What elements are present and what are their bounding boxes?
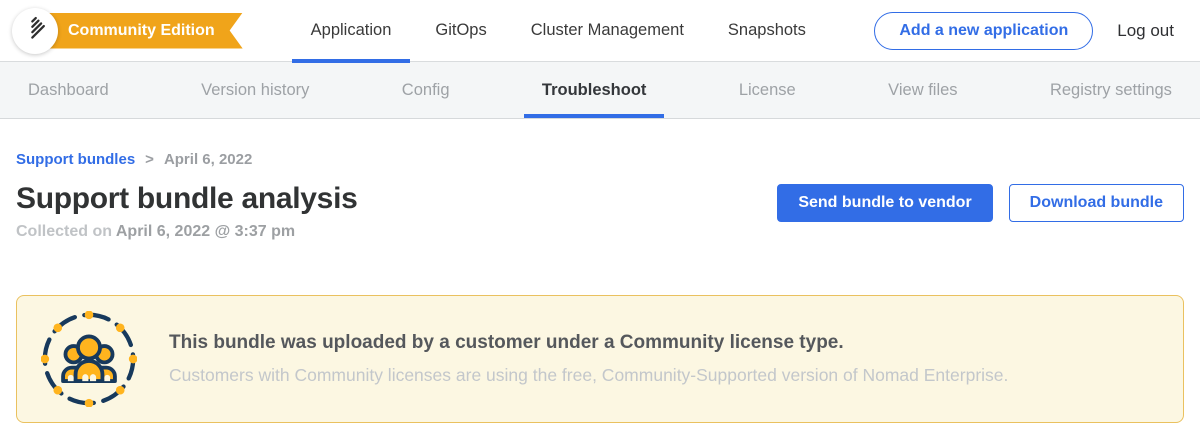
send-bundle-to-vendor-button[interactable]: Send bundle to vendor <box>777 184 992 222</box>
community-license-notice: This bundle was uploaded by a customer u… <box>16 295 1184 423</box>
download-bundle-button[interactable]: Download bundle <box>1009 184 1184 222</box>
tab-snapshots[interactable]: Snapshots <box>706 0 828 62</box>
collected-prefix: Collected on <box>16 223 112 240</box>
bundle-actions: Send bundle to vendor Download bundle <box>777 182 1184 222</box>
collected-timestamp: Collected on April 6, 2022 @ 3:37 pm <box>16 223 357 241</box>
tab-gitops[interactable]: GitOps <box>413 0 508 62</box>
top-header: Community Edition Application GitOps Clu… <box>0 0 1200 62</box>
add-new-application-button[interactable]: Add a new application <box>874 12 1093 50</box>
subnav-item-registry-settings[interactable]: Registry settings <box>1032 62 1190 118</box>
page-title: Support bundle analysis <box>16 182 357 216</box>
notice-title: This bundle was uploaded by a customer u… <box>169 332 1008 354</box>
subnav-item-troubleshoot[interactable]: Troubleshoot <box>524 62 665 118</box>
top-navigation: Application GitOps Cluster Management Sn… <box>289 0 828 62</box>
app-logo[interactable] <box>12 8 58 54</box>
breadcrumb-current: April 6, 2022 <box>164 151 252 168</box>
community-people-icon <box>41 311 137 407</box>
notice-text: This bundle was uploaded by a customer u… <box>169 332 1008 386</box>
community-edition-badge: Community Edition <box>48 13 243 49</box>
breadcrumb-separator: > <box>145 151 154 168</box>
subnav-item-config[interactable]: Config <box>384 62 468 118</box>
subnav-item-dashboard[interactable]: Dashboard <box>10 62 127 118</box>
main-content: Support bundles > April 6, 2022 Support … <box>0 151 1200 423</box>
subnav-item-version-history[interactable]: Version history <box>183 62 327 118</box>
collected-date: April 6, 2022 @ 3:37 pm <box>116 223 295 240</box>
title-block: Support bundle analysis Collected on Apr… <box>16 182 357 241</box>
logout-link[interactable]: Log out <box>1117 21 1174 41</box>
sub-navigation: Dashboard Version history Config Trouble… <box>0 62 1200 119</box>
tab-application[interactable]: Application <box>289 0 414 62</box>
breadcrumb-support-bundles-link[interactable]: Support bundles <box>16 151 135 168</box>
notice-subtitle: Customers with Community licenses are us… <box>169 365 1008 386</box>
title-row: Support bundle analysis Collected on Apr… <box>16 182 1184 241</box>
subnav-item-view-files[interactable]: View files <box>870 62 975 118</box>
breadcrumb: Support bundles > April 6, 2022 <box>16 151 1184 168</box>
subnav-item-license[interactable]: License <box>721 62 814 118</box>
replicated-logo-icon <box>22 15 48 46</box>
tab-cluster-management[interactable]: Cluster Management <box>509 0 706 62</box>
